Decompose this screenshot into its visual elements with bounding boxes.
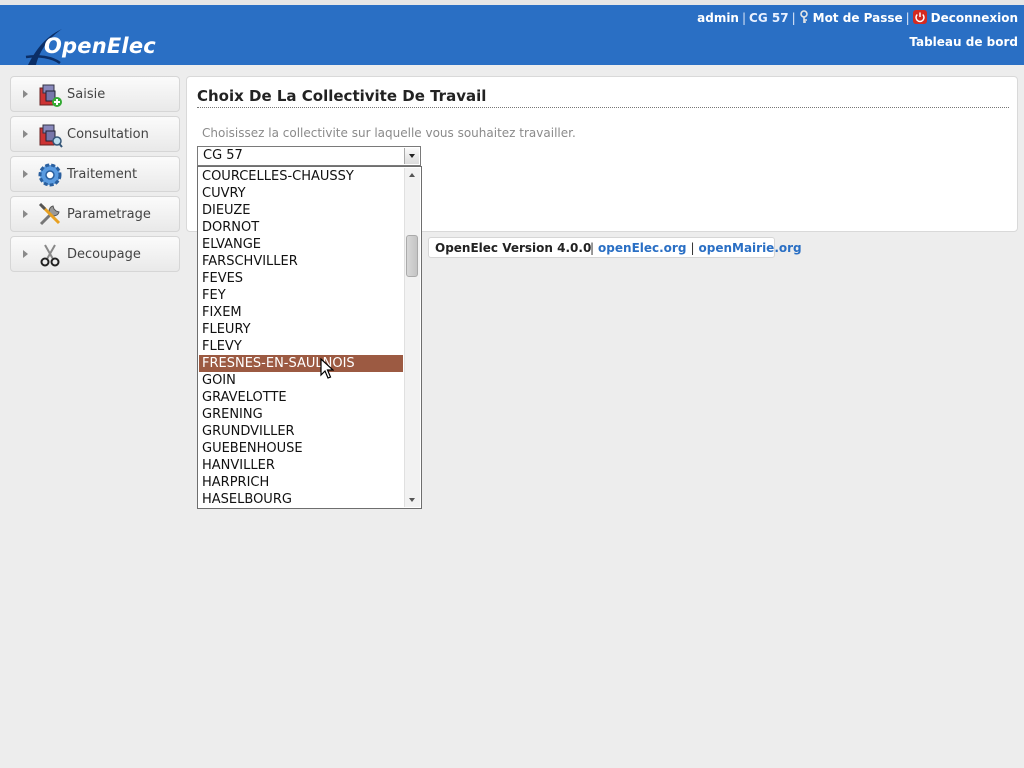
- expand-arrow-icon: [23, 90, 28, 98]
- mouse-cursor-icon: [320, 358, 334, 379]
- logo-text: OpenElec: [44, 34, 156, 58]
- saisie-icon: [39, 84, 62, 107]
- select-option[interactable]: HANVILLER: [199, 457, 403, 474]
- menu-item-parametrage[interactable]: Parametrage: [10, 196, 180, 232]
- menu-label: Consultation: [67, 127, 149, 142]
- separator: |: [741, 11, 747, 25]
- select-option[interactable]: DORNOT: [199, 219, 403, 236]
- select-option[interactable]: FEY: [199, 287, 403, 304]
- collectivite-dropdown-list[interactable]: COURCELLES-CHAUSSY CUVRY DIEUZE DORNOT ELVAN…: [197, 166, 422, 509]
- footer-links: | openElec.org | openMairie.org: [586, 241, 802, 255]
- parametrage-icon: [38, 202, 61, 226]
- footer-box: OpenElec Version 4.0.0 | openElec.org | ope…: [428, 237, 802, 258]
- password-link[interactable]: Mot de Passe: [813, 11, 903, 25]
- menu-item-consultation[interactable]: Consultation: [10, 116, 180, 152]
- collectivite-link[interactable]: CG 57: [749, 11, 789, 25]
- logout-link[interactable]: Deconnexion: [931, 11, 1018, 25]
- select-option[interactable]: HARPRICH: [199, 474, 403, 491]
- instructions-text: Choisissez la collectivite sur laquelle …: [202, 126, 576, 140]
- select-option[interactable]: GRENING: [199, 406, 403, 423]
- option-list: COURCELLES-CHAUSSY CUVRY DIEUZE DORNOT ELVAN…: [199, 168, 403, 508]
- dashboard-link[interactable]: Tableau de bord: [909, 35, 1018, 49]
- select-option[interactable]: ELVANGE: [199, 236, 403, 253]
- scroll-down-icon[interactable]: [405, 493, 420, 507]
- user-name: admin: [697, 11, 739, 25]
- select-option[interactable]: FLEURY: [199, 321, 403, 338]
- menu-item-decoupage[interactable]: Decoupage: [10, 236, 180, 272]
- title-divider: [197, 107, 1009, 108]
- select-option[interactable]: GRUNDVILLER: [199, 423, 403, 440]
- expand-arrow-icon: [23, 170, 28, 178]
- chevron-down-icon[interactable]: [404, 148, 419, 164]
- separator: |: [905, 11, 910, 25]
- separator: |: [690, 241, 695, 255]
- power-icon: [912, 10, 927, 27]
- dropdown-scrollbar[interactable]: [404, 168, 420, 507]
- select-option[interactable]: HASELBOURG: [199, 491, 403, 508]
- scissors-icon: [40, 244, 60, 267]
- left-menu: Saisie Consultation Traitement Parametra…: [10, 76, 180, 276]
- select-option[interactable]: FIXEM: [199, 304, 403, 321]
- menu-item-saisie[interactable]: Saisie: [10, 76, 180, 112]
- select-option[interactable]: DIEUZE: [199, 202, 403, 219]
- footer-version: OpenElec Version 4.0.0: [435, 241, 592, 255]
- user-links: admin | CG 57 | Mot de Passe | Deconnexion: [697, 10, 1018, 27]
- expand-arrow-icon: [23, 210, 28, 218]
- select-option[interactable]: FARSCHVILLER: [199, 253, 403, 270]
- menu-label: Decoupage: [67, 247, 141, 262]
- select-option[interactable]: GOIN: [199, 372, 403, 389]
- select-option[interactable]: COURCELLES-CHAUSSY: [199, 168, 403, 185]
- menu-label: Saisie: [67, 87, 106, 102]
- expand-arrow-icon: [23, 130, 28, 138]
- select-option[interactable]: FEVES: [199, 270, 403, 287]
- menu-label: Parametrage: [67, 207, 151, 222]
- consultation-icon: [39, 124, 63, 148]
- select-option[interactable]: FLEVY: [199, 338, 403, 355]
- openmairie-org-link[interactable]: openMairie.org: [698, 241, 801, 255]
- page-title: Choix De La Collectivite De Travail: [197, 87, 487, 105]
- key-icon: [799, 10, 809, 27]
- menu-item-traitement[interactable]: Traitement: [10, 156, 180, 192]
- select-option[interactable]: GUEBENHOUSE: [199, 440, 403, 457]
- traitement-icon: [38, 163, 62, 187]
- collectivite-select[interactable]: CG 57: [197, 146, 421, 166]
- openelec-org-link[interactable]: openElec.org: [598, 241, 686, 255]
- separator: |: [791, 11, 796, 25]
- expand-arrow-icon: [23, 250, 28, 258]
- scroll-thumb[interactable]: [406, 235, 418, 277]
- select-option[interactable]: CUVRY: [199, 185, 403, 202]
- select-value: CG 57: [203, 148, 243, 163]
- menu-label: Traitement: [67, 167, 138, 182]
- select-option[interactable]: FRESNES-EN-SAULNOIS: [199, 355, 403, 372]
- select-option[interactable]: GRAVELOTTE: [199, 389, 403, 406]
- header-bar: OpenElec admin | CG 57 | Mot de Passe | Deconn…: [0, 5, 1024, 65]
- separator: |: [590, 241, 595, 255]
- openelec-logo[interactable]: OpenElec: [12, 17, 156, 65]
- scroll-up-icon[interactable]: [405, 168, 420, 182]
